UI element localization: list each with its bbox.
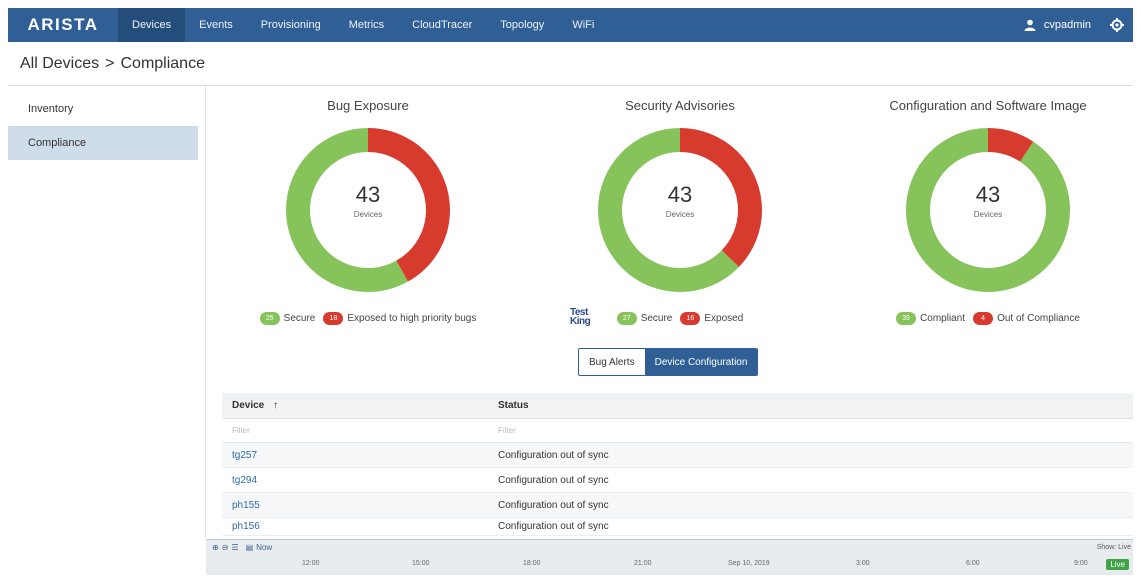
summary-title: Security Advisories [625,98,735,113]
live-button[interactable]: Live [1106,559,1129,570]
device-count: 43 [975,182,1001,207]
compliant-label: Compliant [920,313,966,324]
column-header-device[interactable]: Device ↑ [222,400,498,411]
exposed-count-badge: 18 [323,312,344,325]
donut-center: 43 Devices [596,182,764,219]
table-body: tg257 Configuration out of sync tg294 Co… [222,443,1133,536]
nav-metrics[interactable]: Metrics [335,8,398,42]
device-count: 43 [355,182,381,207]
arrow-up-icon: ↑ [273,400,279,411]
status-cell: Configuration out of sync [498,449,609,461]
legend: 25 Secure 18 Exposed to high priority bu… [218,312,518,325]
secure-label: Secure [283,313,316,324]
device-unit: Devices [353,210,383,219]
column-header-status[interactable]: Status [498,400,1133,411]
table-row[interactable]: tg294 Configuration out of sync [222,468,1133,493]
nav-cloudtracer[interactable]: CloudTracer [398,8,486,42]
breadcrumb-separator: > [105,55,115,72]
status-cell: Configuration out of sync [498,521,609,532]
out-of-compliance-count-badge: 4 [973,312,994,325]
calendar-icon[interactable]: ▤ [246,543,254,552]
table-row[interactable]: tg257 Configuration out of sync [222,443,1133,468]
timeline-ticks: 12:00 15:00 18:00 21:00 Sep 10, 2019 3:0… [206,560,1133,574]
timeline-controls: ⊕ ⊖ ☰ ▤ Now [212,543,275,552]
timeline-tick: 21:00 [634,560,652,567]
gear-icon[interactable] [1109,17,1125,33]
device-count: 43 [667,182,693,207]
secure-count-badge: 27 [616,312,637,325]
nav-devices[interactable]: Devices [118,8,186,42]
zoom-out-icon[interactable]: ⊖ [222,543,229,552]
nav-provisioning[interactable]: Provisioning [247,8,335,42]
zoom-in-icon[interactable]: ⊕ [212,543,219,552]
filter-row: Filter Filter [222,419,1133,443]
secure-label: Secure [640,313,673,324]
exposed-label: Exposed to high priority bugs [347,313,477,324]
device-unit: Devices [973,210,1003,219]
configuration-summary: Configuration and Software Image 43 Devi… [838,98,1137,325]
timeline-tick: 3:00 [856,560,870,567]
timeline-tick: 12:00 [302,560,320,567]
user-icon [1024,19,1036,31]
compliant-count-badge: 39 [896,312,917,325]
status-cell: Configuration out of sync [498,499,609,511]
donut-chart[interactable]: 43 Devices [596,126,764,294]
arista-logo[interactable]: ARISTA [8,8,118,42]
summary-title: Configuration and Software Image [889,98,1087,113]
view-toggle: Bug Alerts Device Configuration [578,348,759,376]
device-unit: Devices [665,210,695,219]
security-advisories-summary: Security Advisories 43 Devices 27 Secure… [530,98,830,325]
exposed-count-badge: 16 [680,312,701,325]
timeline-tick: Sep 10, 2019 [728,560,770,567]
table-row[interactable]: ph155 Configuration out of sync [222,493,1133,518]
device-cell[interactable]: tg257 [222,450,498,461]
column-label-device: Device [232,400,265,411]
bug-alerts-button[interactable]: Bug Alerts [579,349,645,375]
donut-center: 43 Devices [904,182,1072,219]
device-cell[interactable]: ph156 [222,521,498,532]
legend: 39 Compliant 4 Out of Compliance [838,312,1137,325]
breadcrumb-root[interactable]: All Devices [20,55,99,72]
exposed-label: Exposed [704,313,744,324]
table-row[interactable]: ph156 Configuration out of sync [222,518,1133,536]
table-header: Device ↑ Status [222,393,1133,419]
timeline-tick: 15:00 [412,560,430,567]
bug-exposure-summary: Bug Exposure 43 Devices 25 Secure 18 Exp… [218,98,518,325]
device-cell[interactable]: tg294 [222,475,498,486]
breadcrumb-current: Compliance [120,55,205,72]
sidebar-item-compliance[interactable]: Compliance [8,126,198,160]
show-live-label: Show: Live [1096,544,1131,551]
secure-count-badge: 25 [259,312,280,325]
donut-chart[interactable]: 43 Devices [904,126,1072,294]
nav-topology[interactable]: Topology [486,8,558,42]
nav-events[interactable]: Events [185,8,247,42]
summary-title: Bug Exposure [327,98,409,113]
nav-wifi[interactable]: WiFi [558,8,608,42]
breadcrumb: All Devices > Compliance [20,55,205,73]
compliance-table: Device ↑ Status Filter Filter tg257 Conf… [222,393,1133,536]
now-label[interactable]: Now [256,543,272,552]
status-cell: Configuration out of sync [498,474,609,486]
timeline-bar[interactable]: ⊕ ⊖ ☰ ▤ Now Show: Live 12:00 15:00 18:00… [206,539,1133,575]
out-of-compliance-label: Out of Compliance [997,313,1080,324]
username: cvpadmin [1043,19,1091,31]
user-menu[interactable]: cvpadmin [1024,19,1091,31]
device-configuration-button[interactable]: Device Configuration [644,349,758,375]
device-cell[interactable]: ph155 [222,500,498,511]
timeline-tick: 18:00 [523,560,541,567]
device-filter-input[interactable]: Filter [222,426,498,435]
donut-center: 43 Devices [284,182,452,219]
sidebar-item-inventory[interactable]: Inventory [8,92,198,126]
timeline-tick: 9:00 [1074,560,1088,567]
timeline-tick: 6:00 [966,560,980,567]
top-navbar: ARISTA Devices Events Provisioning Metri… [8,8,1133,42]
donut-chart[interactable]: 43 Devices [284,126,452,294]
watermark-logo: Test King [570,307,591,327]
sidebar: Inventory Compliance [8,86,206,538]
menu-icon[interactable]: ☰ [231,543,238,552]
status-filter-input[interactable]: Filter [498,426,1133,435]
